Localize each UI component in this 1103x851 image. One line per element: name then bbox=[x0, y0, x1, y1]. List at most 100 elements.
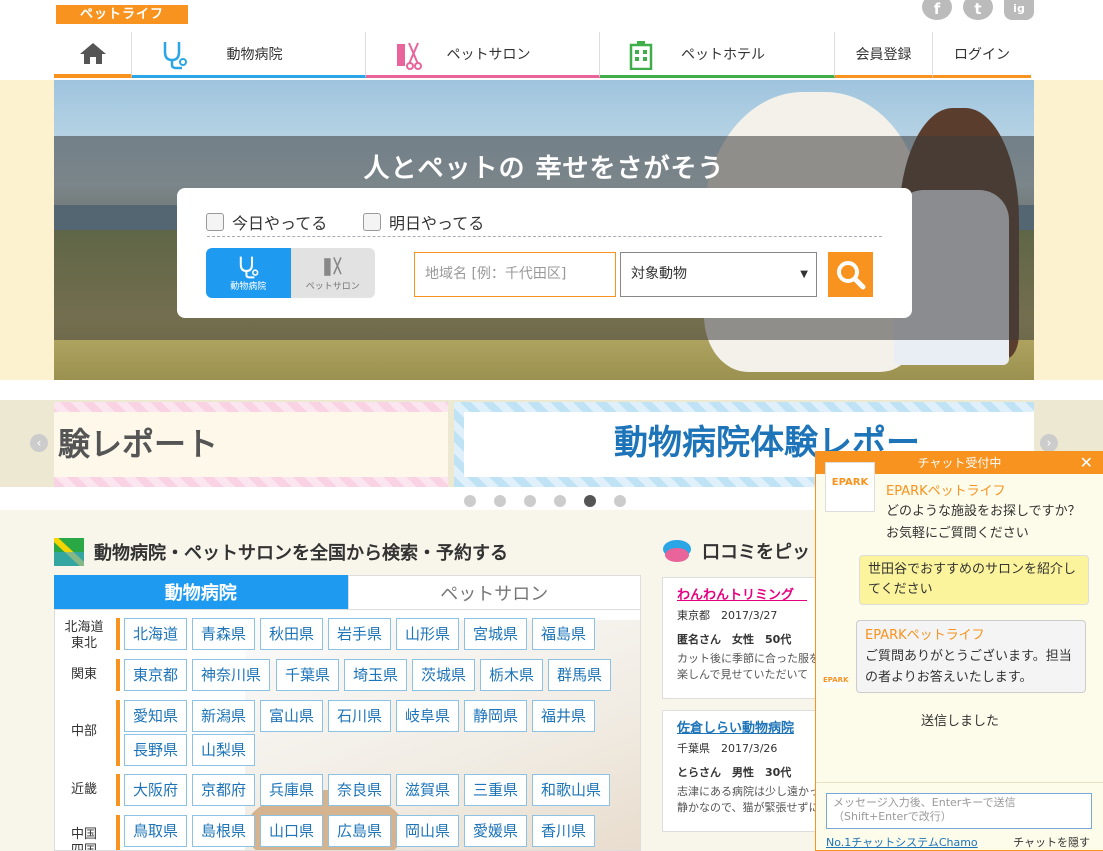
chat-bot-message: どのような施設をお探しですか？ bbox=[886, 504, 1081, 519]
pref-button[interactable]: 石川県 bbox=[328, 700, 392, 732]
review-body: 楽しんで見せていただいて bbox=[677, 668, 809, 681]
pref-button[interactable]: 青森県 bbox=[192, 618, 256, 650]
review-body: 志津にある病院は少し遠かっ bbox=[677, 785, 820, 798]
pref-button[interactable]: 長野県 bbox=[124, 734, 188, 766]
nav-salon[interactable]: ペットサロン bbox=[366, 32, 600, 78]
search-icon bbox=[836, 260, 865, 289]
nav-hotel[interactable]: ペットホテル bbox=[600, 32, 835, 78]
pref-button[interactable]: 兵庫県 bbox=[260, 774, 324, 806]
pref-button[interactable]: 島根県 bbox=[192, 815, 256, 847]
chat-reply-message: EPARKペットライフ ご質問ありがとうございます。担当 の者よりお答えいたします。 bbox=[856, 620, 1086, 693]
slider-dot[interactable] bbox=[494, 495, 506, 507]
chat-powered-link[interactable]: No.1チャットシステムChamo bbox=[826, 834, 978, 850]
area-input[interactable]: 地域名 [例：千代田区] bbox=[414, 252, 616, 297]
checkbox-box[interactable] bbox=[206, 213, 224, 231]
nav-vet[interactable]: 動物病院 bbox=[132, 32, 366, 78]
banner-salon-report[interactable]: 験レポート bbox=[54, 402, 448, 487]
speech-bubble-icon bbox=[663, 540, 691, 562]
pref-button[interactable]: 奈良県 bbox=[328, 774, 392, 806]
facebook-icon[interactable]: f bbox=[922, 0, 952, 20]
pref-button[interactable]: 栃木県 bbox=[480, 659, 544, 691]
pref-button[interactable]: 北海道 bbox=[124, 618, 188, 650]
pref-button[interactable]: 宮城県 bbox=[464, 618, 528, 650]
close-icon[interactable]: ✕ bbox=[1080, 452, 1093, 474]
pref-button[interactable]: 富山県 bbox=[260, 700, 324, 732]
review-card[interactable]: わんわんトリミング 東京都 2017/3/27 匿名さん 女性 50代 カット後… bbox=[662, 577, 822, 699]
seg-salon-button[interactable]: ペットサロン bbox=[290, 248, 375, 298]
pref-button[interactable]: 茨城県 bbox=[412, 659, 476, 691]
pref-button[interactable]: 山口県 bbox=[260, 815, 324, 847]
pref-button[interactable]: 埼玉県 bbox=[344, 659, 408, 691]
chat-message-input[interactable]: メッセージ入力後、Enterキーで送信 （Shift+Enterで改行） bbox=[826, 793, 1092, 829]
pref-button[interactable]: 三重県 bbox=[464, 774, 528, 806]
pref-button[interactable]: 京都府 bbox=[192, 774, 256, 806]
pref-button[interactable]: 群馬県 bbox=[548, 659, 612, 691]
pref-button[interactable]: 広島県 bbox=[328, 815, 392, 847]
pref-button[interactable]: 福井県 bbox=[532, 700, 596, 732]
region-label: 中部 bbox=[70, 724, 97, 739]
scissors-comb-icon bbox=[397, 42, 422, 70]
pref-button[interactable]: 岩手県 bbox=[328, 618, 392, 650]
review-list: わんわんトリミング 東京都 2017/3/27 匿名さん 女性 50代 カット後… bbox=[662, 577, 822, 851]
seg-vet-button[interactable]: 動物病院 bbox=[206, 248, 291, 298]
tab-salon[interactable]: ペットサロン bbox=[347, 575, 641, 609]
pref-button[interactable]: 千葉県 bbox=[276, 659, 340, 691]
instagram-icon[interactable]: ig bbox=[1004, 0, 1034, 20]
facility-tabs: 動物病院 ペットサロン bbox=[54, 575, 641, 609]
chat-user-message: 世田谷でおすすめのサロンを紹介し てください bbox=[859, 555, 1089, 605]
search-button[interactable] bbox=[828, 252, 873, 297]
pref-button[interactable]: 大阪府 bbox=[124, 774, 188, 806]
slider-next-button[interactable]: › bbox=[1040, 434, 1058, 452]
pref-button[interactable]: 静岡県 bbox=[464, 700, 528, 732]
pref-button[interactable]: 山形県 bbox=[396, 618, 460, 650]
chat-footer: メッセージ入力後、Enterキーで送信 （Shift+Enterで改行） No.1… bbox=[816, 782, 1103, 851]
pref-button[interactable]: 岡山県 bbox=[396, 815, 460, 847]
divider bbox=[207, 236, 882, 237]
slider-prev-button[interactable]: ‹ bbox=[30, 434, 48, 452]
chat-status: チャット受付中 bbox=[917, 456, 1002, 470]
review-body: 静かなので、猫が緊張せずに bbox=[677, 801, 820, 814]
stethoscope-icon bbox=[163, 42, 187, 70]
pref-button[interactable]: 愛知県 bbox=[124, 700, 188, 732]
pref-button[interactable]: 神奈川県 bbox=[192, 659, 271, 691]
slider-dot[interactable] bbox=[614, 495, 626, 507]
chat-reply-line: の者よりお答えいたします。 bbox=[865, 670, 1033, 685]
open-tomorrow-checkbox[interactable]: 明日やってる bbox=[363, 210, 484, 234]
pref-button[interactable]: 山梨県 bbox=[192, 734, 256, 766]
pref-button[interactable]: 香川県 bbox=[532, 815, 596, 847]
open-today-checkbox[interactable]: 今日やってる bbox=[206, 210, 327, 234]
pref-button[interactable]: 東京都 bbox=[124, 659, 188, 691]
pref-button[interactable]: 愛媛県 bbox=[464, 815, 528, 847]
slider-dot-active[interactable] bbox=[584, 495, 596, 507]
review-card[interactable]: 佐倉しらい動物病院 千葉県 2017/3/26 とらさん 男性 30代 志津にあ… bbox=[662, 710, 822, 832]
region-bar bbox=[116, 618, 120, 650]
pref-button[interactable]: 秋田県 bbox=[260, 618, 324, 650]
pref-button[interactable]: 岐阜県 bbox=[396, 700, 460, 732]
slider-dot[interactable] bbox=[554, 495, 566, 507]
twitter-icon[interactable]: t bbox=[963, 0, 993, 20]
review-user: とらさん 男性 30代 bbox=[677, 766, 792, 779]
pref-button[interactable]: 滋賀県 bbox=[396, 774, 460, 806]
nav-home[interactable] bbox=[54, 32, 132, 78]
slider-dot[interactable] bbox=[524, 495, 536, 507]
site-logo[interactable]: ペットライフ bbox=[56, 5, 188, 24]
login-link[interactable]: ログイン bbox=[933, 32, 1031, 78]
register-link[interactable]: 会員登録 bbox=[835, 32, 933, 78]
prefecture-list: 北海道 東北 北海道 青森県 秋田県 岩手県 山形県 宮城県 福島県 関東 東京都… bbox=[54, 609, 641, 851]
pref-button[interactable]: 新潟県 bbox=[192, 700, 256, 732]
checkbox-box[interactable] bbox=[363, 213, 381, 231]
review-meta: 東京都 2017/3/27 bbox=[677, 609, 778, 622]
review-title-link[interactable]: 佐倉しらい動物病院 bbox=[677, 717, 807, 736]
chat-hide-button[interactable]: チャットを隠す bbox=[1013, 834, 1090, 850]
animal-select[interactable]: 対象動物 ▼ bbox=[620, 252, 817, 297]
slider-dot[interactable] bbox=[464, 495, 476, 507]
pref-button[interactable]: 福島県 bbox=[532, 618, 596, 650]
region-bar bbox=[116, 815, 120, 850]
review-title-link[interactable]: わんわんトリミング bbox=[677, 584, 807, 603]
pref-button[interactable]: 和歌山県 bbox=[532, 774, 611, 806]
hotel-building-icon bbox=[629, 41, 653, 70]
tab-vet[interactable]: 動物病院 bbox=[54, 575, 348, 609]
region-label: 近畿 bbox=[70, 782, 97, 797]
nation-search-heading: 動物病院・ペットサロンを全国から検索・予約する bbox=[54, 538, 508, 566]
pref-button[interactable]: 鳥取県 bbox=[124, 815, 188, 847]
